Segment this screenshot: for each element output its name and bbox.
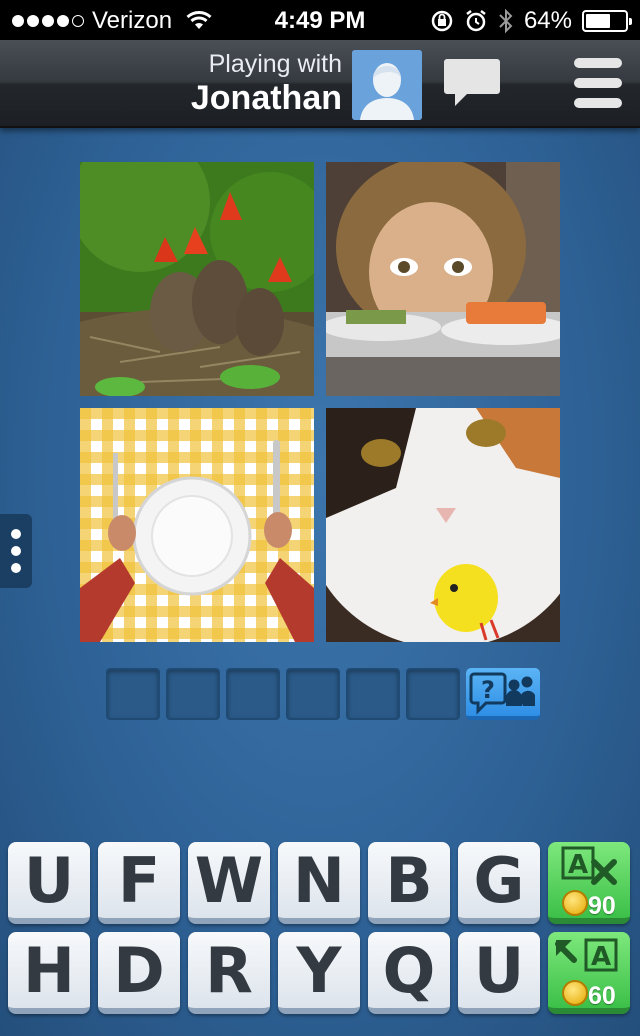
default-avatar-icon (352, 50, 422, 120)
game-header: Playing with Jonathan (0, 40, 640, 128)
letter-key[interactable]: W (188, 842, 270, 924)
letter-key[interactable]: U (8, 842, 90, 924)
alarm-icon (466, 10, 486, 32)
puzzle-image-birds[interactable] (80, 162, 314, 396)
reveal-letter-icon: A (555, 938, 618, 972)
battery-percent: 64% (523, 7, 572, 34)
reveal-letter-glyph: A (591, 942, 611, 972)
battery-level-fill (586, 14, 611, 28)
chat-bubble-icon[interactable] (443, 57, 501, 109)
bluetooth-icon (499, 8, 513, 34)
remove-letter-icon: A (561, 846, 617, 885)
answer-slot-1[interactable] (106, 668, 160, 720)
answer-slot-3[interactable] (226, 668, 280, 720)
letter-key[interactable]: F (98, 842, 180, 924)
remove-letter-button[interactable]: A 90 (548, 842, 630, 924)
answer-slot-5[interactable] (346, 668, 400, 720)
letter-key[interactable]: U (458, 932, 540, 1014)
opponent-avatar[interactable] (352, 50, 422, 120)
letter-key[interactable]: H (8, 932, 90, 1014)
opponent-info: Playing with Jonathan (191, 50, 342, 118)
reveal-letter-button[interactable]: A 60 (548, 932, 630, 1014)
letter-key[interactable]: B (368, 842, 450, 924)
letter-key[interactable]: R (188, 932, 270, 1014)
battery-icon (582, 10, 632, 32)
rotation-lock-icon (431, 10, 453, 32)
ask-friends-button[interactable]: ? (466, 668, 540, 720)
coin-icon (562, 980, 588, 1006)
remove-letter-cost: 90 (588, 892, 616, 920)
letter-key[interactable]: N (278, 842, 360, 924)
coin-icon (562, 890, 588, 916)
letter-key[interactable]: D (98, 932, 180, 1014)
status-right: 64% (430, 7, 632, 35)
puzzle-image-cat-and-chick[interactable] (326, 408, 560, 642)
answer-slot-4[interactable] (286, 668, 340, 720)
playing-with-label: Playing with (208, 50, 342, 78)
status-bar: Verizon 4:49 PM 64% (0, 0, 640, 40)
side-drawer-handle[interactable] (0, 514, 32, 588)
remove-letter-glyph: A (568, 850, 588, 880)
svg-text:?: ? (481, 676, 495, 704)
question-people-icon: ? (469, 672, 535, 715)
letter-key[interactable]: Y (278, 932, 360, 1014)
opponent-name: Jonathan (190, 79, 342, 117)
letter-key[interactable]: Q (368, 932, 450, 1014)
puzzle-image-hungry-woman[interactable] (326, 162, 560, 396)
answer-slot-6[interactable] (406, 668, 460, 720)
puzzle-image-empty-plate[interactable] (80, 408, 314, 642)
reveal-letter-cost: 60 (588, 982, 616, 1010)
letter-key[interactable]: G (458, 842, 540, 924)
menu-icon[interactable] (574, 58, 622, 110)
answer-slot-2[interactable] (166, 668, 220, 720)
